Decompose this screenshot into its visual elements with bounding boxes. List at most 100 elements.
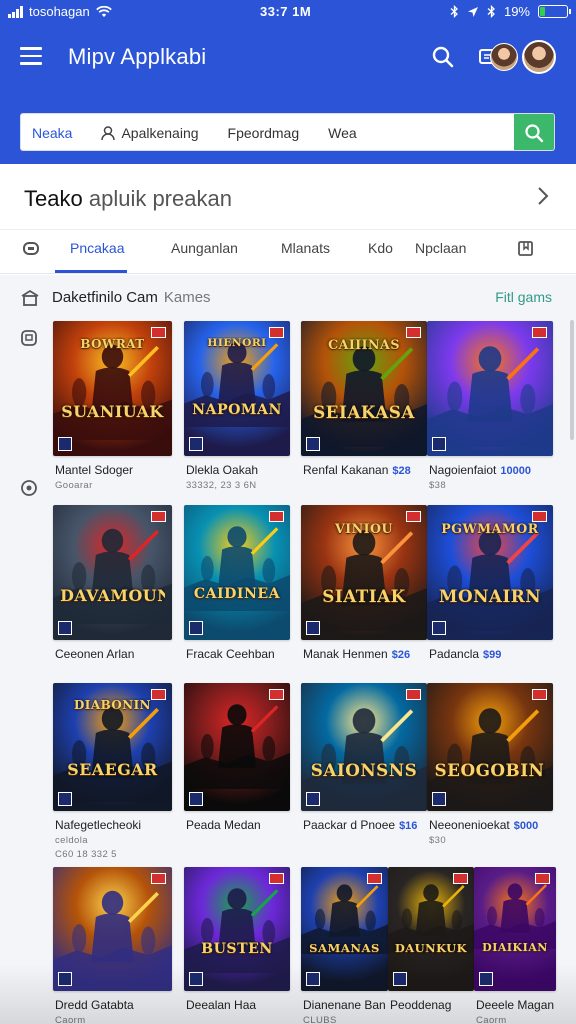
search-scope-label: Wea: [328, 125, 357, 141]
store-icon[interactable]: [20, 289, 40, 307]
game-card[interactable]: MONAIRN PGWMAMOR Padancla $99: [427, 505, 553, 690]
game-card[interactable]: BUSTEN Deealan Haa: [184, 867, 290, 1024]
scrollbar[interactable]: [570, 320, 574, 440]
game-title-text: Deealan Haa: [186, 998, 257, 1012]
game-card[interactable]: SEAEGAR DIABONIN Nafegetlecheoki celdola C60…: [53, 683, 172, 861]
game-thumbnail[interactable]: NAPOMAN HIENORI: [184, 321, 290, 456]
platform-icon: [306, 437, 320, 451]
game-card[interactable]: CAIDINEA Fracak Ceehban: [184, 505, 290, 690]
platform-icon: [58, 792, 72, 806]
rating-badge-icon: [269, 873, 284, 884]
avatar[interactable]: [522, 40, 556, 74]
game-card[interactable]: SEOGOBINI Neeonenioekat $000 $30: [427, 683, 553, 861]
game-card[interactable]: Nagoienfaiot 10000 $38: [427, 321, 553, 506]
rating-badge-icon: [406, 511, 421, 522]
game-card[interactable]: SEIAKASA CAIIINAS Renfal Kakanan $28: [301, 321, 427, 506]
search-scope-apps[interactable]: Neaka: [32, 125, 72, 141]
game-title-text: Deeele Magan: [476, 998, 555, 1012]
game-thumbnail[interactable]: [184, 683, 290, 811]
game-thumbnail[interactable]: SAMANAS: [301, 867, 388, 991]
search-scope-people[interactable]: Apalkenaing: [101, 125, 199, 141]
game-card[interactable]: SAIONSNS Paackar d Pnoee $16: [301, 683, 427, 861]
rating-badge-icon: [532, 327, 547, 338]
tab-category-3[interactable]: Kdo: [368, 240, 393, 256]
settings-icon[interactable]: [20, 479, 38, 497]
tab-category-4[interactable]: Npclaan: [415, 240, 466, 256]
side-rail: [0, 275, 50, 1024]
search-submit-button[interactable]: [514, 114, 554, 150]
game-thumbnail[interactable]: [427, 321, 553, 456]
game-card[interactable]: SUANIUAK BOWRAT Mantel Sdoger Gooarar: [53, 321, 172, 506]
platform-icon: [306, 972, 320, 986]
game-thumbnail[interactable]: BUSTEN: [184, 867, 290, 991]
game-title-text: Padancla: [429, 647, 480, 661]
battery-fill: [540, 7, 545, 16]
game-card[interactable]: DAVAMOUN Ceeonen Arlan: [53, 505, 172, 690]
tab-category-2[interactable]: Mlanats: [281, 240, 330, 256]
game-card[interactable]: DIAIKIAN Deeele Magan Caorm: [474, 867, 556, 1024]
section-header[interactable]: Teako apluik preakan: [0, 164, 576, 230]
game-thumbnail[interactable]: SAIONSNS: [301, 683, 427, 811]
game-meta-secondary: C60 18 332 5: [55, 849, 117, 860]
game-title: Ceeonen Arlan: [55, 647, 134, 661]
game-card[interactable]: Dredd Gatabta Caorm: [53, 867, 172, 1024]
game-list: Daketfinilo Cam Kames Fitl gams SUANIUAK B…: [0, 275, 576, 1024]
rating-badge-icon: [453, 873, 468, 884]
platform-icon: [479, 972, 493, 986]
game-thumbnail[interactable]: SUANIUAK BOWRAT: [53, 321, 172, 456]
game-price: 10000: [500, 465, 531, 477]
game-thumbnail[interactable]: SEAEGAR DIABONIN: [53, 683, 172, 811]
game-artwork: [53, 890, 172, 986]
library-icon[interactable]: [20, 329, 38, 347]
bluetooth-icon-2: [487, 5, 495, 18]
game-card[interactable]: SIATIAK VINIOU Manak Henmen $26: [301, 505, 427, 690]
search-scope-label: Neaka: [32, 125, 73, 141]
game-thumbnail[interactable]: SIATIAK VINIOU: [301, 505, 427, 640]
platform-icon: [189, 621, 203, 635]
game-logo-subtext: CAIIINAS: [328, 337, 400, 353]
search-scope-programs[interactable]: Fpeordmag: [228, 125, 300, 141]
bluetooth-icon: [450, 5, 458, 18]
game-logo-text: SAMANAS: [309, 941, 380, 956]
search-scope-web[interactable]: Wea: [328, 125, 357, 141]
game-logo-subtext: HIENORI: [207, 337, 267, 350]
gamepad-icon[interactable]: [22, 240, 40, 258]
game-card[interactable]: Peada Medan: [184, 683, 290, 861]
game-card[interactable]: DAUNKUK Peoddenag: [388, 867, 474, 1024]
game-thumbnail[interactable]: SEOGOBINI: [427, 683, 553, 811]
game-title: Renfal Kakanan $28: [303, 463, 411, 477]
game-logo-subtext: PGWMAMOR: [441, 521, 539, 537]
game-thumbnail[interactable]: SEIAKASA CAIIINAS: [301, 321, 427, 456]
game-thumbnail[interactable]: [53, 867, 172, 991]
signal-icon: [8, 5, 23, 18]
game-card[interactable]: SAMANAS Dianenane Ban CLUBS: [301, 867, 388, 1024]
rating-badge-icon: [269, 689, 284, 700]
game-thumbnail[interactable]: DAUNKUK: [388, 867, 474, 991]
rating-badge-icon: [151, 327, 166, 338]
menu-icon[interactable]: [20, 47, 42, 67]
search-scope-tabs: Neaka Apalkenaing Fpeordmag Wea: [21, 114, 375, 150]
platform-icon: [306, 621, 320, 635]
section-title-main: Teako: [24, 186, 83, 211]
chevron-right-icon[interactable]: [536, 186, 550, 206]
bookmark-icon[interactable]: [516, 239, 536, 259]
rating-badge-icon: [406, 689, 421, 700]
game-thumbnail[interactable]: DAVAMOUN: [53, 505, 172, 640]
tab-category-0[interactable]: Pncakaa: [70, 240, 124, 256]
game-title: Neeonenioekat $000: [429, 818, 538, 832]
game-thumbnail[interactable]: CAIDINEA: [184, 505, 290, 640]
game-card[interactable]: NAPOMAN HIENORI Dlekla Oakah 33332, 23 3 6N: [184, 321, 290, 506]
search-bar[interactable]: Neaka Apalkenaing Fpeordmag Wea: [20, 113, 555, 151]
carrier-label: tosohagan: [29, 4, 90, 19]
location-icon: [467, 6, 478, 17]
avatar-small[interactable]: [490, 43, 518, 71]
game-thumbnail[interactable]: MONAIRN PGWMAMOR: [427, 505, 553, 640]
game-thumbnail[interactable]: DIAIKIAN: [474, 867, 556, 991]
tab-category-1[interactable]: Aunganlan: [171, 240, 238, 256]
search-icon[interactable]: [428, 42, 458, 72]
game-title-text: Peada Medan: [186, 818, 261, 832]
filter-games-link[interactable]: Fitl gams: [495, 289, 552, 305]
rating-badge-icon: [532, 511, 547, 522]
game-title-text: Fracak Ceehban: [186, 647, 275, 661]
game-meta: $38: [429, 480, 447, 491]
